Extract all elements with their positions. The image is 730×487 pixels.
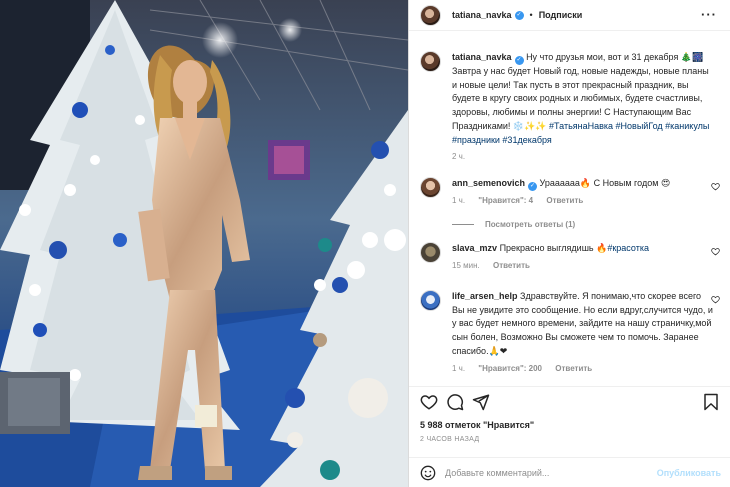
more-options-icon[interactable]: ··· bbox=[701, 8, 717, 21]
commenter-avatar[interactable] bbox=[420, 177, 441, 198]
comment-like-heart-icon[interactable] bbox=[711, 247, 720, 256]
emoji-icon[interactable] bbox=[420, 465, 436, 481]
caption-meta: 2 ч. bbox=[452, 152, 720, 161]
view-replies-label[interactable]: Посмотреть ответы (1) bbox=[485, 220, 575, 229]
comment-body: ann_semenovich ✓ Ураааааа🔥 С Новым годом … bbox=[452, 177, 714, 191]
following-button[interactable]: Подписки bbox=[539, 10, 583, 20]
comment-like-heart-icon[interactable] bbox=[711, 295, 720, 304]
heart-icon[interactable] bbox=[420, 393, 438, 411]
comment-likes[interactable]: "Нравится": 4 bbox=[478, 196, 533, 205]
comments-list[interactable]: tatiana_navka ✓ Ну что друзья мои, вот и … bbox=[409, 42, 730, 382]
comment-text: Прекрасно выглядишь 🔥 bbox=[499, 243, 608, 253]
bookmark-icon[interactable] bbox=[702, 393, 720, 411]
post-actions: 5 988 отметок "Нравится" 2 ЧАСОВ НАЗАД О… bbox=[409, 386, 730, 486]
comment-username[interactable]: life_arsen_help bbox=[452, 291, 518, 301]
comment-hashtag[interactable]: #красотка bbox=[607, 243, 649, 253]
comment-icon[interactable] bbox=[446, 393, 464, 411]
comment-body: life_arsen_help Здравствуйте. Я понимаю,… bbox=[452, 290, 714, 359]
action-icons-row bbox=[420, 393, 720, 413]
reply-button[interactable]: Ответить bbox=[493, 261, 530, 270]
comment-username[interactable]: ann_semenovich bbox=[452, 178, 525, 188]
add-comment-bar: Опубликовать bbox=[409, 457, 730, 487]
caption-avatar[interactable] bbox=[420, 51, 441, 72]
post-photo-image bbox=[0, 0, 408, 487]
post-photo[interactable] bbox=[0, 0, 408, 487]
commenter-avatar[interactable] bbox=[420, 290, 441, 311]
reply-button[interactable]: Ответить bbox=[555, 364, 592, 373]
author-username[interactable]: tatiana_navka bbox=[452, 10, 512, 20]
comment-item: ann_semenovich ✓ Ураааааа🔥 С Новым годом … bbox=[420, 177, 720, 205]
comment-input[interactable] bbox=[445, 464, 645, 482]
replies-divider bbox=[452, 224, 474, 226]
comment-item: slava_mzv Прекрасно выглядишь 🔥#красотка… bbox=[420, 242, 720, 270]
verified-badge-icon: ✓ bbox=[514, 10, 524, 20]
likes-count[interactable]: 5 988 отметок "Нравится" bbox=[420, 420, 534, 430]
verified-badge-icon: ✓ bbox=[528, 182, 538, 191]
post-side-panel: tatiana_navka ✓ • Подписки ··· tatiana_n… bbox=[408, 0, 730, 487]
share-icon[interactable] bbox=[472, 393, 490, 411]
comment-like-heart-icon[interactable] bbox=[711, 182, 720, 191]
caption-body: tatiana_navka ✓ Ну что друзья мои, вот и … bbox=[452, 51, 714, 147]
comment-meta: 15 мин. Ответить bbox=[452, 261, 720, 270]
comment-item: life_arsen_help Здравствуйте. Я понимаю,… bbox=[420, 290, 720, 373]
publish-button[interactable]: Опубликовать bbox=[657, 468, 721, 478]
comment-meta: 1 ч. "Нравится": 200 Ответить bbox=[452, 364, 720, 373]
comment-likes[interactable]: "Нравится": 200 bbox=[478, 364, 542, 373]
comment-body: slava_mzv Прекрасно выглядишь 🔥#красотка bbox=[452, 242, 714, 256]
instagram-post-view: tatiana_navka ✓ • Подписки ··· tatiana_n… bbox=[0, 0, 730, 487]
caption-username[interactable]: tatiana_navka bbox=[452, 52, 512, 62]
author-avatar[interactable] bbox=[420, 4, 441, 26]
view-replies-button[interactable]: Посмотреть ответы (1) bbox=[452, 220, 575, 229]
post-time[interactable]: 2 ЧАСОВ НАЗАД bbox=[420, 436, 479, 443]
caption-time[interactable]: 2 ч. bbox=[452, 152, 465, 161]
reply-button[interactable]: Ответить bbox=[546, 196, 583, 205]
caption-text: Ну что друзья мои, вот и 31 декабря 🎄🎆 З… bbox=[452, 52, 709, 131]
post-caption: tatiana_navka ✓ Ну что друзья мои, вот и … bbox=[420, 51, 720, 161]
separator-dot: • bbox=[529, 10, 533, 20]
verified-badge-icon: ✓ bbox=[514, 56, 524, 65]
comment-username[interactable]: slava_mzv bbox=[452, 243, 497, 253]
comment-meta: 1 ч. "Нравится": 4 Ответить bbox=[452, 196, 720, 205]
comment-time[interactable]: 1 ч. bbox=[452, 196, 465, 205]
comment-text: Ураааааа🔥 С Новым годом 😍 bbox=[539, 178, 671, 188]
comment-time[interactable]: 1 ч. bbox=[452, 364, 465, 373]
post-header: tatiana_navka ✓ • Подписки ··· bbox=[409, 0, 730, 31]
commenter-avatar[interactable] bbox=[420, 242, 441, 263]
comment-time[interactable]: 15 мин. bbox=[452, 261, 480, 270]
